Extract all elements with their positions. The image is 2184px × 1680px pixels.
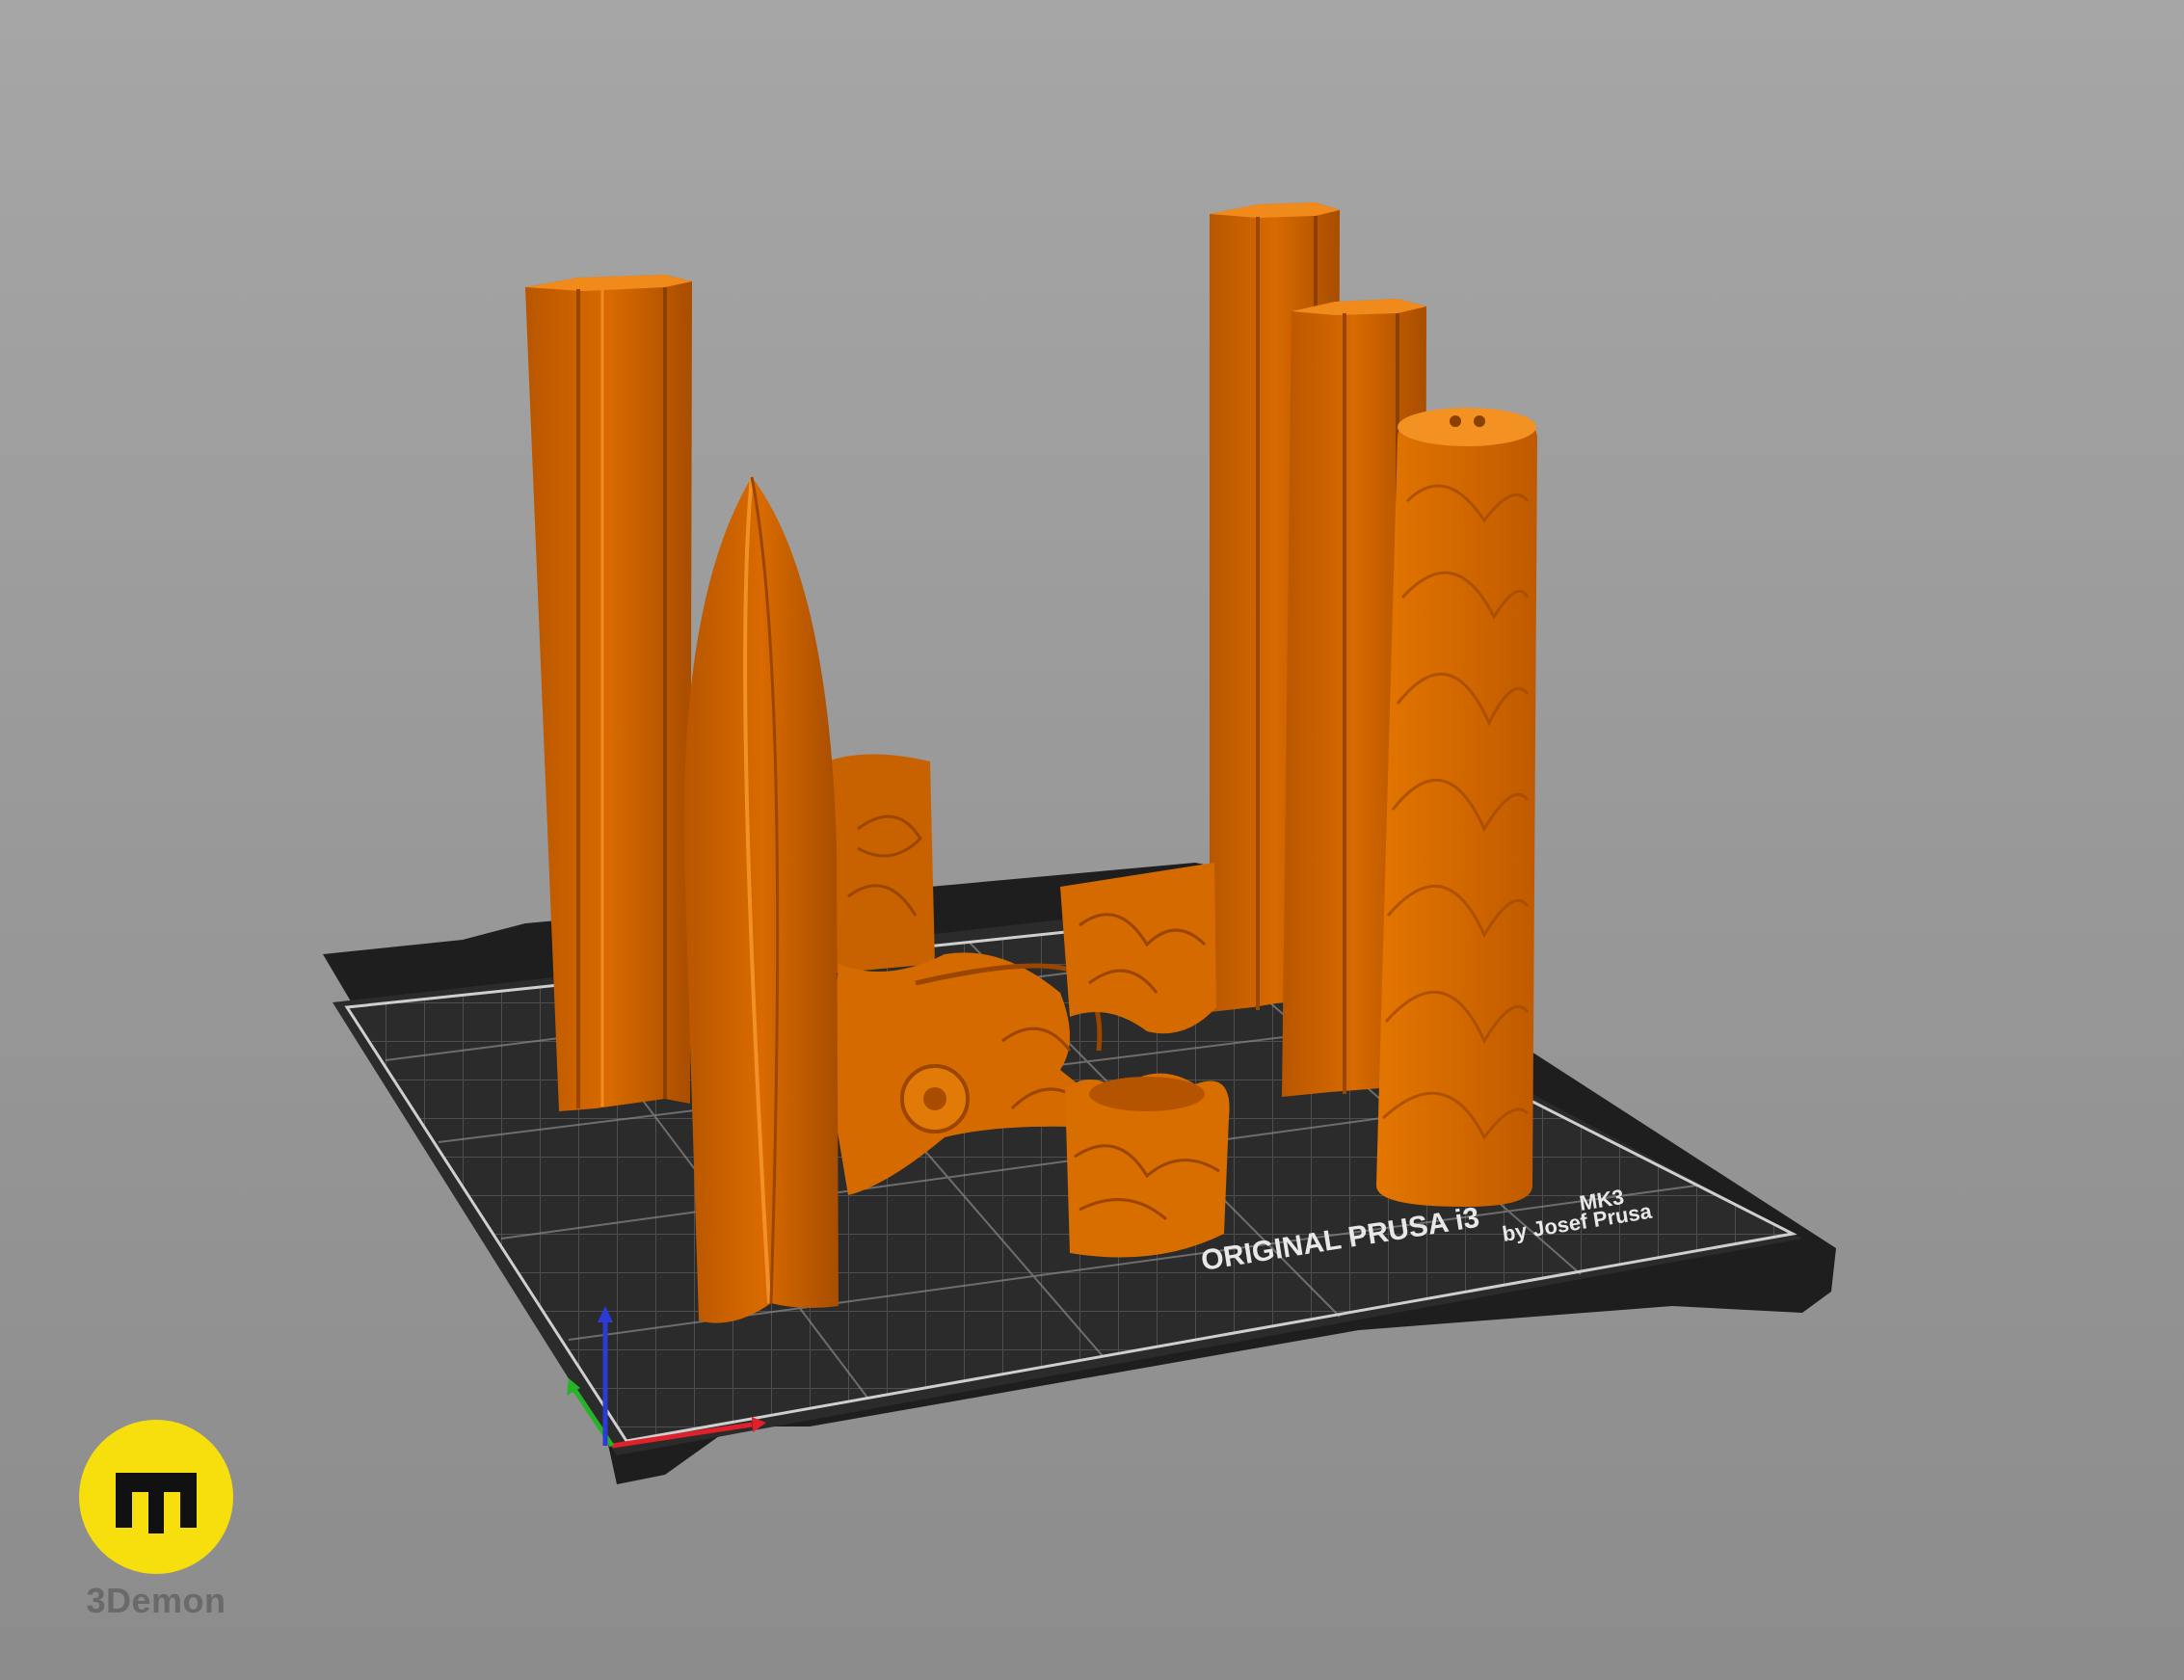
model-ornate-ring-front[interactable]	[1065, 1073, 1230, 1258]
3d-viewport[interactable]: ORIGINAL PRUSA i3 MK3 by Josef Prusa	[0, 0, 2184, 1680]
model-ornate-ring-back[interactable]	[1060, 863, 1216, 1034]
model-blade[interactable]	[683, 476, 839, 1323]
brand-name: 3Demon	[86, 1581, 226, 1620]
model-wood-cylinder[interactable]	[1376, 408, 1537, 1207]
3demon-logo-icon	[79, 1420, 233, 1574]
scene-canvas[interactable]: ORIGINAL PRUSA i3 MK3 by Josef Prusa	[0, 0, 2184, 1680]
